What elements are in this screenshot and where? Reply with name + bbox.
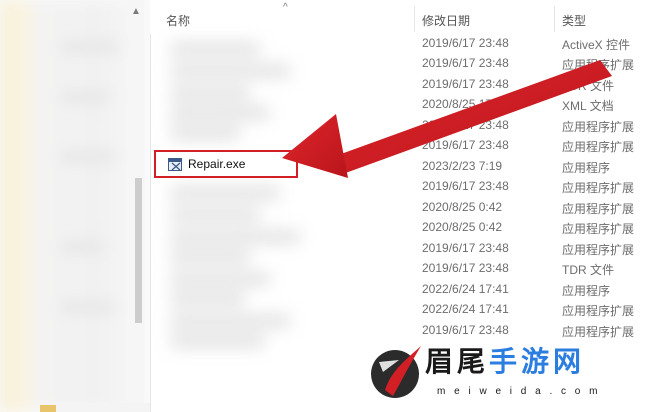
- right-scrollbar-area[interactable]: [640, 0, 652, 412]
- watermark: 眉尾手游网 m e i w e i d a . c o m: [365, 340, 652, 412]
- watermark-subtitle: m e i w e i d a . c o m: [437, 386, 601, 397]
- watermark-title: 眉尾手游网: [425, 345, 586, 378]
- meiwei-logo-icon: [371, 346, 421, 398]
